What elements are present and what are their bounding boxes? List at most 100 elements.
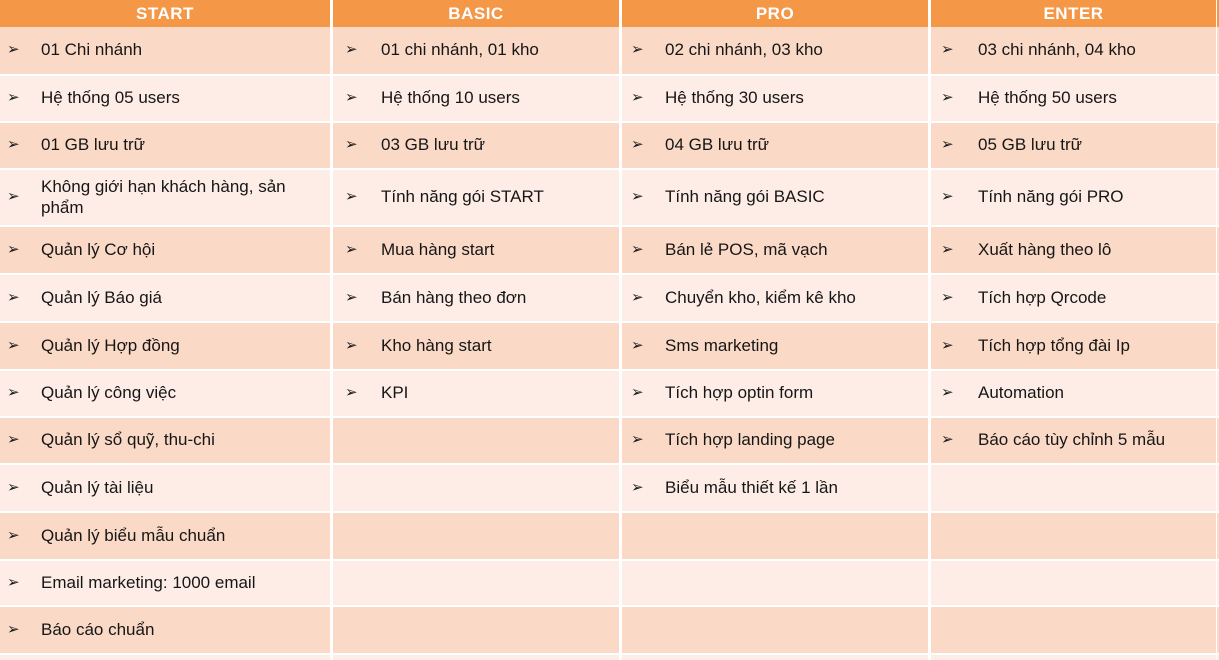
pricing-comparison-table: START ➢ 01 Chi nhánh ➢ Hệ thống 05 users ➢ 01…: [0, 0, 1219, 660]
arrow-bullet-icon: ➢: [631, 240, 644, 258]
arrow-bullet-icon: ➢: [345, 136, 358, 153]
arrow-bullet-icon: ➢: [7, 41, 20, 58]
feature-row: ➢ Hệ thống 05 users: [0, 76, 330, 123]
plan-feature-list-basic: ➢ 01 chi nhánh, 01 kho ➢ Hệ thống 10 users ➢…: [333, 27, 619, 660]
arrow-bullet-icon: ➢: [941, 431, 954, 448]
feature-label: Tính năng gói BASIC: [665, 187, 825, 207]
feature-row: ➢ Quản lý công việc: [0, 371, 330, 418]
feature-label: Chuyển kho, kiểm kê kho: [665, 287, 856, 307]
arrow-bullet-icon: ➢: [941, 384, 954, 401]
feature-row: ➢ Mua hàng start: [333, 227, 619, 275]
feature-label: Xuất hàng theo lô: [978, 239, 1112, 259]
feature-label: Automation: [978, 383, 1064, 403]
plan-column-start: START ➢ 01 Chi nhánh ➢ Hệ thống 05 users ➢ 01…: [0, 0, 330, 660]
arrow-bullet-icon: ➢: [345, 288, 358, 306]
feature-row-empty: [622, 607, 928, 655]
feature-label: 01 chi nhánh, 01 kho: [381, 40, 539, 60]
feature-row: ➢ 03 chi nhánh, 04 kho: [931, 27, 1216, 76]
feature-label: Tính năng gói PRO: [978, 187, 1124, 207]
arrow-bullet-icon: ➢: [345, 41, 358, 58]
feature-row-empty: [622, 561, 928, 607]
feature-row: ➢ Hệ thống 30 users: [622, 76, 928, 123]
feature-label: Tích hợp optin form: [665, 383, 814, 403]
feature-row: ➢ Quản lý biểu mẫu chuẩn: [0, 513, 330, 561]
feature-row: ➢ 04 GB lưu trữ: [622, 123, 928, 170]
arrow-bullet-icon: ➢: [7, 384, 20, 401]
arrow-bullet-icon: ➢: [941, 288, 954, 306]
feature-label: Tích hợp tổng đài Ip: [978, 335, 1130, 355]
feature-row: ➢ Xuất hàng theo lô: [931, 227, 1216, 275]
arrow-bullet-icon: ➢: [631, 136, 644, 153]
feature-label: Tích hợp Qrcode: [978, 287, 1107, 307]
feature-row: ➢ Sms marketing: [622, 323, 928, 371]
feature-row: ➢ KPI: [333, 371, 619, 418]
arrow-bullet-icon: ➢: [631, 41, 644, 58]
feature-label: Quản lý Báo giá: [41, 287, 162, 307]
feature-row: ➢ Bán lẻ POS, mã vạch: [622, 227, 928, 275]
arrow-bullet-icon: ➢: [631, 478, 644, 496]
feature-row: ➢ Tính năng gói START: [333, 170, 619, 227]
plan-column-basic: BASIC ➢ 01 chi nhánh, 01 kho ➢ Hệ thống 10 …: [333, 0, 619, 660]
feature-label: 03 chi nhánh, 04 kho: [978, 40, 1136, 60]
feature-row-empty: [333, 513, 619, 561]
plan-feature-list-enter: ➢ 03 chi nhánh, 04 kho ➢ Hệ thống 50 users ➢…: [931, 27, 1216, 660]
feature-row: ➢ Biểu mẫu thiết kế 1 lần: [622, 465, 928, 513]
arrow-bullet-icon: ➢: [7, 240, 20, 258]
feature-label: Hệ thống 50 users: [978, 88, 1117, 108]
arrow-bullet-icon: ➢: [7, 136, 20, 153]
arrow-bullet-icon: ➢: [631, 89, 644, 106]
plan-feature-list-pro: ➢ 02 chi nhánh, 03 kho ➢ Hệ thống 30 users ➢…: [622, 27, 928, 660]
feature-label: KPI: [381, 383, 409, 403]
feature-row: ➢ Kho hàng start: [333, 323, 619, 371]
feature-row: ➢ Quản lý Báo giá: [0, 275, 330, 323]
feature-label: Quản lý biểu mẫu chuẩn: [41, 525, 226, 545]
arrow-bullet-icon: ➢: [7, 89, 20, 106]
feature-row: ➢ 01 GB lưu trữ: [0, 123, 330, 170]
feature-row: ➢ Tích hợp tổng đài Ip: [931, 323, 1216, 371]
feature-label: 03 GB lưu trữ: [381, 135, 486, 155]
feature-row: ➢ Hệ thống 10 users: [333, 76, 619, 123]
feature-label: Mua hàng start: [381, 239, 495, 259]
feature-row: ➢ Tính năng gói PRO: [931, 170, 1216, 227]
feature-label: Quản lý công việc: [41, 383, 177, 403]
arrow-bullet-icon: ➢: [941, 136, 954, 153]
feature-row: ➢ Quản lý tài liệu: [0, 465, 330, 513]
feature-label: 01 Chi nhánh: [41, 40, 143, 60]
feature-row-empty: [333, 418, 619, 465]
feature-row-empty: [0, 655, 330, 660]
arrow-bullet-icon: ➢: [7, 478, 20, 496]
feature-row: ➢ Chuyển kho, kiểm kê kho: [622, 275, 928, 323]
plan-column-enter: ENTER ➢ 03 chi nhánh, 04 kho ➢ Hệ thống 50 …: [931, 0, 1216, 660]
plan-header-enter: ENTER: [931, 0, 1216, 27]
feature-label: 05 GB lưu trữ: [978, 135, 1083, 155]
feature-row: ➢ Tính năng gói BASIC: [622, 170, 928, 227]
feature-row: ➢ Bán hàng theo đơn: [333, 275, 619, 323]
feature-row: ➢ Báo cáo chuẩn: [0, 607, 330, 655]
plan-column-pro: PRO ➢ 02 chi nhánh, 03 kho ➢ Hệ thống 30 us…: [622, 0, 928, 660]
feature-row-empty: [931, 607, 1216, 655]
feature-label: Quản lý Hợp đồng: [41, 335, 180, 355]
feature-row: ➢ 01 chi nhánh, 01 kho: [333, 27, 619, 76]
arrow-bullet-icon: ➢: [631, 431, 644, 448]
feature-row: ➢ Quản lý Cơ hội: [0, 227, 330, 275]
feature-row: ➢ Email marketing: 1000 email: [0, 561, 330, 607]
arrow-bullet-icon: ➢: [941, 336, 954, 354]
arrow-bullet-icon: ➢: [631, 188, 644, 205]
arrow-bullet-icon: ➢: [345, 240, 358, 258]
feature-label: Tính năng gói START: [381, 187, 544, 207]
feature-label: Quản lý sổ quỹ, thu-chi: [41, 430, 215, 450]
feature-label: Sms marketing: [665, 335, 779, 355]
feature-label: Quản lý Cơ hội: [41, 239, 156, 259]
feature-label: Hệ thống 30 users: [665, 88, 804, 108]
feature-row: ➢ Báo cáo tùy chỉnh 5 mẫu: [931, 418, 1216, 465]
arrow-bullet-icon: ➢: [345, 188, 358, 205]
feature-label: Biểu mẫu thiết kế 1 lần: [665, 477, 838, 497]
arrow-bullet-icon: ➢: [7, 620, 20, 638]
arrow-bullet-icon: ➢: [631, 288, 644, 306]
feature-row-empty: [333, 607, 619, 655]
feature-row-empty: [333, 561, 619, 607]
arrow-bullet-icon: ➢: [941, 188, 954, 205]
feature-label: 04 GB lưu trữ: [665, 135, 770, 155]
feature-row-empty: [931, 655, 1216, 660]
feature-label: Tích hợp landing page: [665, 430, 835, 450]
